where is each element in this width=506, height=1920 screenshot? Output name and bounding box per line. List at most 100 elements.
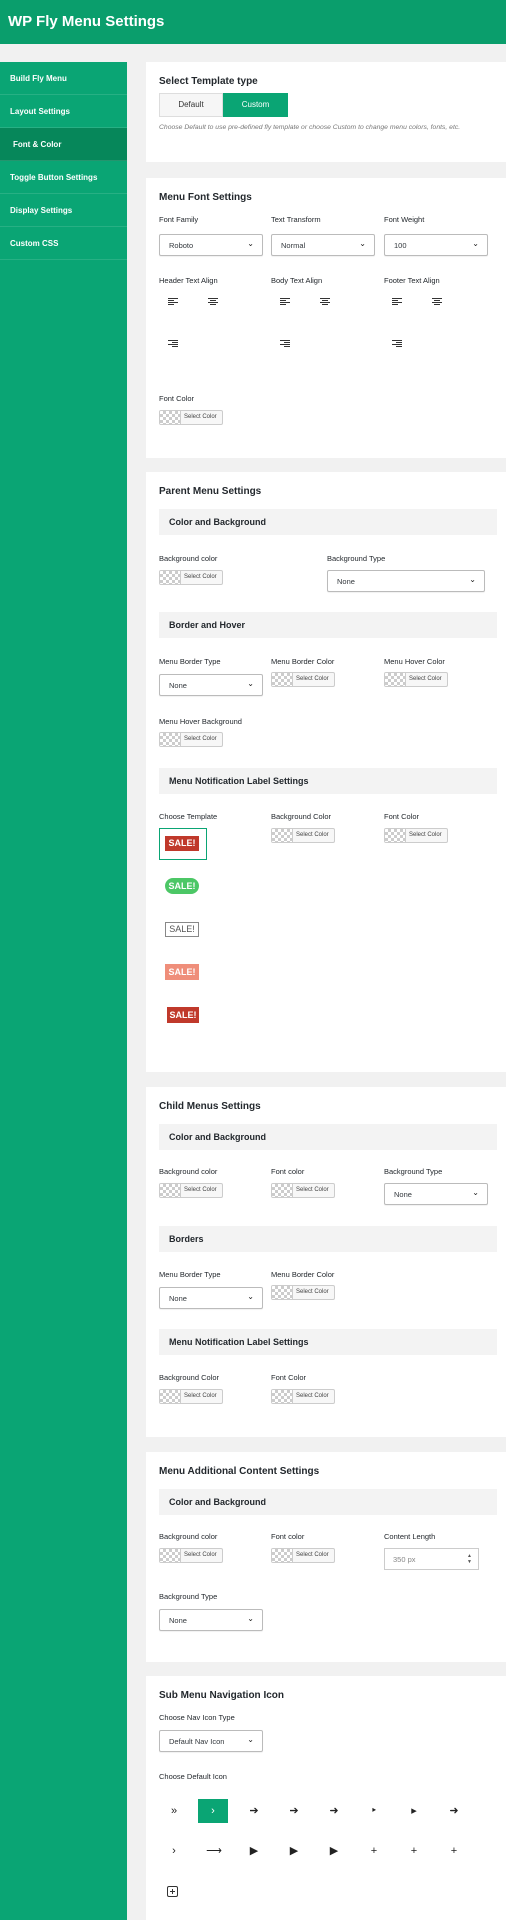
nav-icon-square-play[interactable]: ▸: [402, 1800, 426, 1822]
content-length-input[interactable]: 350 px ▲ ▼: [384, 1548, 479, 1570]
additional-font-color-picker[interactable]: Select Color: [271, 1548, 335, 1563]
sidebar-item-display-settings[interactable]: Display Settings: [0, 194, 127, 227]
child-menus-panel: Child Menus Settings Color and Backgroun…: [146, 1087, 506, 1437]
color-swatch: [272, 1184, 293, 1197]
child-font-color-picker[interactable]: Select Color: [271, 1183, 335, 1198]
content-length-label: Content Length: [384, 1532, 436, 1541]
parent-hover-bg-picker[interactable]: Select Color: [159, 732, 223, 747]
parent-menu-panel: Parent Menu Settings Color and Backgroun…: [146, 472, 506, 1072]
nav-icon-chevron-selected[interactable]: ›: [198, 1799, 228, 1823]
app-header: WP Fly Menu Settings: [0, 0, 506, 44]
align-left-icon[interactable]: [168, 298, 178, 306]
sidebar-item-custom-css[interactable]: Custom CSS: [0, 227, 127, 260]
sidebar-item-toggle-button-settings[interactable]: Toggle Button Settings: [0, 161, 127, 194]
align-left-icon[interactable]: [392, 298, 402, 306]
sidebar-item-layout-settings[interactable]: Layout Settings: [0, 95, 127, 128]
select-color-text: Select Color: [296, 1289, 329, 1295]
nav-icon-play[interactable]: ▶: [242, 1840, 266, 1862]
chevron-down-icon: ⌄: [247, 1614, 254, 1623]
nav-icon-small-triangle[interactable]: ‣: [362, 1800, 386, 1822]
nav-icon-square-plus[interactable]: +: [442, 1840, 466, 1862]
sale-template-5[interactable]: SALE!: [167, 1007, 199, 1023]
parent-bg-color-picker[interactable]: Select Color: [159, 570, 223, 585]
template-default-button[interactable]: Default: [159, 93, 223, 117]
child-border-type-select[interactable]: None ⌄: [159, 1287, 263, 1309]
select-value: None: [394, 1190, 412, 1199]
nav-icon-double-chevron[interactable]: »: [162, 1800, 186, 1822]
nav-icon-circle-plus[interactable]: +: [362, 1840, 386, 1862]
parent-bg-type-select[interactable]: None ⌄: [327, 570, 485, 592]
align-right-icon[interactable]: [168, 340, 178, 348]
parent-hover-color-picker[interactable]: Select Color: [384, 672, 448, 687]
nav-icon-circle-play-outline[interactable]: ▶: [322, 1840, 346, 1862]
nav-icon-type-label: Choose Nav Icon Type: [159, 1713, 235, 1722]
select-color-text: Select Color: [184, 1187, 217, 1193]
sale-template-1[interactable]: SALE!: [165, 836, 199, 851]
align-center-icon[interactable]: [208, 298, 218, 306]
sale-template-4[interactable]: SALE!: [165, 964, 199, 980]
font-weight-value: 100: [394, 241, 407, 250]
select-value: None: [169, 681, 187, 690]
template-help-text: Choose Default to use pre-defined fly te…: [159, 124, 461, 131]
sidebar-item-build-fly-menu[interactable]: Build Fly Menu: [0, 62, 127, 95]
child-bg-color-picker[interactable]: Select Color: [159, 1183, 223, 1198]
child-notif-bg-picker[interactable]: Select Color: [159, 1389, 223, 1404]
align-center-icon[interactable]: [432, 298, 442, 306]
chevron-down-icon: ⌄: [247, 1735, 254, 1744]
nav-icon-long-arrow[interactable]: ⟶: [202, 1840, 226, 1862]
child-notif-font-label: Font Color: [271, 1373, 307, 1382]
parent-border-type-label: Menu Border Type: [159, 657, 221, 666]
nav-icon-circle-play[interactable]: ▶: [282, 1840, 306, 1862]
spinner-icon[interactable]: ▲ ▼: [467, 1553, 472, 1565]
color-swatch: [272, 829, 293, 842]
choose-template-label: Choose Template: [159, 812, 218, 821]
nav-icon-type-select[interactable]: Default Nav Icon ⌄: [159, 1730, 263, 1752]
color-swatch: [160, 571, 181, 584]
sale-template-2[interactable]: SALE!: [165, 878, 199, 894]
color-swatch: [160, 733, 181, 746]
font-family-select[interactable]: Roboto ⌄: [159, 234, 263, 256]
select-color-text: Select Color: [184, 1393, 217, 1399]
notif-bg-color-picker[interactable]: Select Color: [271, 828, 335, 843]
notif-font-color-picker[interactable]: Select Color: [384, 828, 448, 843]
section-title: Menu Notification Label Settings: [169, 1337, 309, 1347]
text-transform-select[interactable]: Normal ⌄: [271, 234, 375, 256]
additional-bg-color-picker[interactable]: Select Color: [159, 1548, 223, 1563]
default-icon-label: Choose Default Icon: [159, 1772, 227, 1781]
font-color-picker[interactable]: Select Color: [159, 410, 223, 425]
align-right-icon[interactable]: [280, 340, 290, 348]
color-swatch: [272, 1549, 293, 1562]
align-center-icon[interactable]: [320, 298, 330, 306]
align-left-icon[interactable]: [280, 298, 290, 306]
child-border-color-picker[interactable]: Select Color: [271, 1285, 335, 1300]
align-right-icon[interactable]: [392, 340, 402, 348]
nav-icon-plus[interactable]: +: [402, 1840, 426, 1862]
select-color-text: Select Color: [184, 574, 217, 580]
child-bg-type-select[interactable]: None ⌄: [384, 1183, 488, 1205]
select-color-text: Select Color: [296, 676, 329, 682]
select-value: None: [169, 1616, 187, 1625]
nav-icon-bold-arrow[interactable]: ➜: [322, 1800, 346, 1822]
parent-border-type-select[interactable]: None ⌄: [159, 674, 263, 696]
nav-icon-circle-arrow-outline[interactable]: ➔: [282, 1800, 306, 1822]
font-family-value: Roboto: [169, 241, 194, 250]
additional-color-bg-section: Color and Background: [159, 1489, 497, 1515]
sub-menu-nav-panel: Sub Menu Navigation Icon Choose Nav Icon…: [146, 1676, 506, 1920]
nav-icon-filled-circle-arrow[interactable]: ➜: [442, 1800, 466, 1822]
section-title: Color and Background: [169, 1497, 267, 1507]
sale-template-3[interactable]: SALE!: [165, 922, 199, 937]
parent-color-bg-section: Color and Background: [159, 509, 497, 535]
nav-icon-square-plus-outline[interactable]: [167, 1886, 178, 1897]
additional-bg-type-select[interactable]: None ⌄: [159, 1609, 263, 1631]
sidebar-item-font-color[interactable]: Font & Color: [0, 128, 127, 161]
parent-border-color-picker[interactable]: Select Color: [271, 672, 335, 687]
template-custom-button[interactable]: Custom: [223, 93, 288, 117]
child-notif-font-picker[interactable]: Select Color: [271, 1389, 335, 1404]
font-weight-select[interactable]: 100 ⌄: [384, 234, 488, 256]
nav-icon-bold-chevron[interactable]: ›: [162, 1840, 186, 1862]
font-title: Menu Font Settings: [159, 192, 252, 203]
color-swatch: [160, 1549, 181, 1562]
child-bg-color-label: Background color: [159, 1167, 218, 1176]
section-title: Border and Hover: [169, 620, 246, 630]
nav-icon-circle-arrow[interactable]: ➔: [242, 1800, 266, 1822]
